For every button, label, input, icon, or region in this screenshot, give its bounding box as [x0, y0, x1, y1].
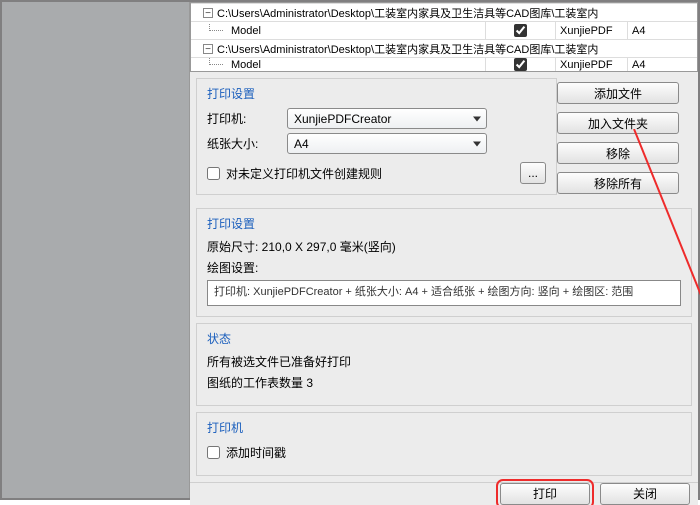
group-title: 打印设置 — [207, 85, 546, 102]
group-title: 打印设置 — [207, 215, 681, 232]
file-sub-row[interactable]: Model XunjiePDF A4 — [191, 21, 697, 39]
group-title: 状态 — [207, 330, 681, 347]
more-button[interactable]: ... — [520, 162, 546, 184]
row-page: A4 — [627, 58, 697, 71]
printer-group: 打印机 添加时间戳 — [196, 412, 692, 476]
close-button[interactable]: 关闭 — [600, 483, 690, 505]
status-line-1: 所有被选文件已准备好打印 — [207, 353, 681, 370]
printer-combo[interactable]: XunjiePDFCreator — [287, 108, 487, 129]
row-page: A4 — [627, 22, 697, 39]
print-settings-group: 打印设置 打印机: XunjiePDFCreator 纸张大小: A4 对未定义… — [196, 78, 557, 195]
rule-label: 对未定义打印机文件创建规则 — [226, 165, 382, 182]
status-group: 状态 所有被选文件已准备好打印 图纸的工作表数量 3 — [196, 323, 692, 406]
timestamp-checkbox[interactable] — [207, 446, 220, 459]
file-row: − C:\Users\Administrator\Desktop\工装室内家具及… — [191, 39, 697, 57]
row-checkbox[interactable] — [514, 58, 527, 71]
paper-label: 纸张大小: — [207, 135, 287, 152]
remove-all-button[interactable]: 移除所有 — [557, 172, 679, 194]
tree-branch-icon — [209, 58, 223, 65]
row-app: XunjiePDF — [555, 22, 627, 39]
tree-collapse-icon[interactable]: − — [203, 44, 213, 54]
printer-value: XunjiePDFCreator — [294, 112, 391, 126]
add-file-button[interactable]: 添加文件 — [557, 82, 679, 104]
draw-label: 绘图设置: — [207, 259, 681, 276]
timestamp-label: 添加时间戳 — [226, 444, 286, 461]
file-path: C:\Users\Administrator\Desktop\工装室内家具及卫生… — [217, 41, 598, 57]
row-app: XunjiePDF — [555, 58, 627, 71]
settings-readout: 打印机: XunjiePDFCreator + 纸张大小: A4 + 适合纸张 … — [207, 280, 681, 306]
status-line-2: 图纸的工作表数量 3 — [207, 374, 681, 391]
print-info-group: 打印设置 原始尺寸: 210,0 X 297,0 毫米(竖向) 绘图设置: 打印… — [196, 208, 692, 317]
file-sub-row[interactable]: Model XunjiePDF A4 — [191, 57, 697, 71]
layout-name: Model — [227, 59, 485, 71]
layout-name: Model — [227, 25, 485, 37]
dialog-footer: 打印 关闭 — [190, 482, 698, 505]
orig-size: 原始尺寸: 210,0 X 297,0 毫米(竖向) — [207, 238, 681, 255]
paper-value: A4 — [294, 137, 309, 151]
file-path: C:\Users\Administrator\Desktop\工装室内家具及卫生… — [217, 5, 598, 21]
print-button[interactable]: 打印 — [500, 483, 590, 505]
group-title: 打印机 — [207, 419, 681, 436]
main-content: − C:\Users\Administrator\Desktop\工装室内家具及… — [190, 2, 698, 498]
file-list[interactable]: − C:\Users\Administrator\Desktop\工装室内家具及… — [190, 2, 698, 72]
add-folder-button[interactable]: 加入文件夹 — [557, 112, 679, 134]
paper-combo[interactable]: A4 — [287, 133, 487, 154]
tree-branch-icon — [209, 24, 223, 31]
file-row: − C:\Users\Administrator\Desktop\工装室内家具及… — [191, 3, 697, 21]
left-sidebar — [2, 2, 190, 498]
tree-collapse-icon[interactable]: − — [203, 8, 213, 18]
remove-button[interactable]: 移除 — [557, 142, 679, 164]
rule-checkbox[interactable] — [207, 167, 220, 180]
printer-label: 打印机: — [207, 110, 287, 127]
row-checkbox[interactable] — [514, 24, 527, 37]
